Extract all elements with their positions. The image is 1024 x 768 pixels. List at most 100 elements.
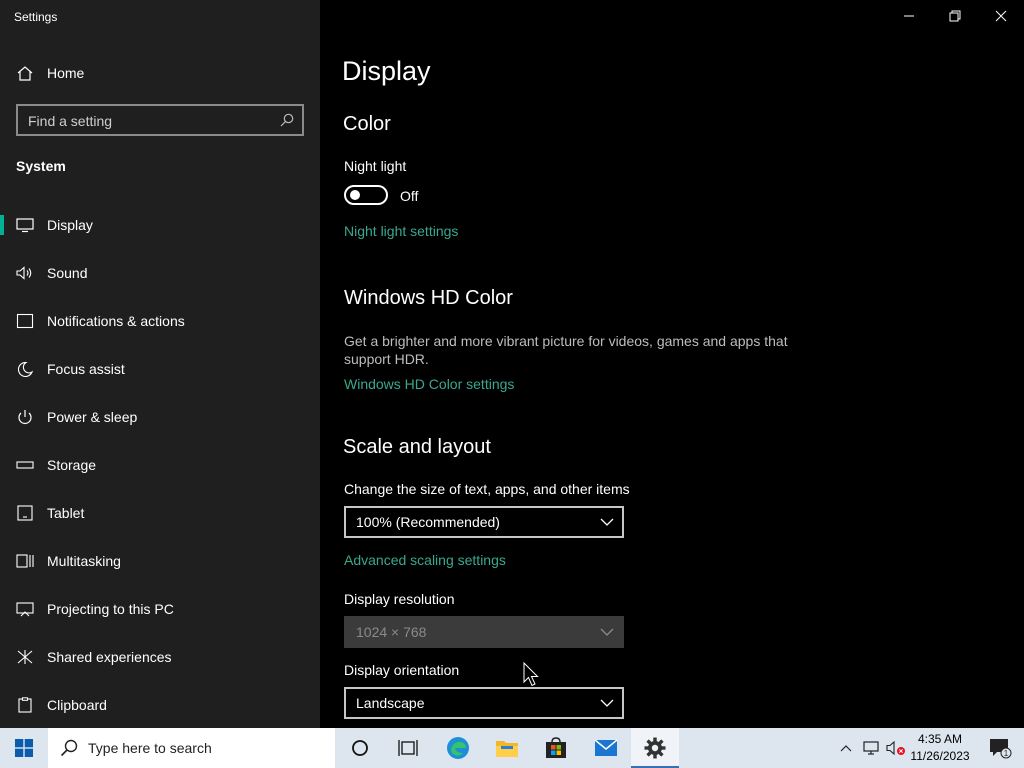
sidebar-item-display[interactable]: Display: [0, 205, 320, 245]
storage-icon: [16, 461, 34, 469]
chevron-up-icon: [840, 745, 852, 752]
sidebar-home-label: Home: [47, 65, 85, 81]
orientation-dropdown-value: Landscape: [356, 695, 425, 711]
search-icon[interactable]: [280, 113, 294, 127]
sidebar-item-label: Notifications & actions: [47, 313, 185, 329]
restore-icon: [949, 10, 961, 22]
search-icon: [60, 739, 78, 757]
edge-button[interactable]: [434, 728, 482, 768]
sidebar-item-label: Storage: [47, 457, 97, 473]
windows-logo-icon: [15, 739, 33, 757]
start-button[interactable]: [0, 728, 48, 768]
page-title: Display: [342, 56, 431, 86]
task-view-icon: [398, 740, 418, 756]
tablet-icon: [17, 505, 33, 521]
sidebar-home[interactable]: Home: [0, 58, 320, 88]
hd-color-settings-link[interactable]: Windows HD Color settings: [344, 376, 514, 392]
taskbar: Type here to search 4:35 AM 11/26/2023 1: [0, 728, 1024, 768]
sidebar: Settings Home System Display Sound Not: [0, 0, 320, 728]
mail-button[interactable]: [582, 728, 630, 768]
find-setting-box[interactable]: [16, 104, 304, 136]
restore-button[interactable]: [932, 0, 978, 32]
projecting-icon: [16, 602, 34, 617]
advanced-scaling-link[interactable]: Advanced scaling settings: [344, 552, 506, 568]
monitor-icon: [16, 218, 34, 233]
speaker-icon: [16, 266, 32, 280]
clock-date: 11/26/2023: [910, 749, 970, 763]
night-light-label: Night light: [344, 158, 407, 174]
sidebar-item-storage[interactable]: Storage: [0, 445, 320, 485]
hd-color-heading: Windows HD Color: [344, 287, 513, 309]
sidebar-item-label: Projecting to this PC: [47, 601, 174, 617]
close-button[interactable]: [978, 0, 1024, 32]
power-icon: [18, 410, 32, 424]
taskbar-clock[interactable]: 4:35 AM 11/26/2023: [908, 731, 972, 765]
sidebar-item-multitasking[interactable]: Multitasking: [0, 541, 320, 581]
sidebar-item-label: Sound: [47, 265, 88, 281]
task-view-button[interactable]: [384, 728, 432, 768]
mail-icon: [594, 739, 618, 756]
resolution-dropdown: 1024 × 768: [344, 616, 624, 648]
sidebar-item-focus-assist[interactable]: Focus assist: [0, 349, 320, 389]
volume-button[interactable]: [884, 728, 908, 768]
notification-count: 1: [1004, 749, 1009, 758]
moon-icon: [17, 361, 34, 377]
show-hidden-icons-button[interactable]: [834, 728, 858, 768]
night-light-toggle[interactable]: [344, 185, 388, 205]
mouse-cursor-icon: [523, 662, 539, 687]
sidebar-item-label: Power & sleep: [47, 409, 138, 425]
taskbar-search-placeholder: Type here to search: [88, 740, 212, 756]
cortana-button[interactable]: [336, 728, 384, 768]
resolution-label: Display resolution: [344, 591, 455, 607]
night-light-state: Off: [400, 188, 419, 204]
sidebar-item-tablet[interactable]: Tablet: [0, 493, 320, 533]
sidebar-item-shared-experiences[interactable]: Shared experiences: [0, 637, 320, 677]
scale-size-label: Change the size of text, apps, and other…: [344, 481, 630, 497]
settings-taskbar-button[interactable]: [631, 728, 679, 768]
store-icon: [546, 737, 566, 758]
network-icon: [863, 741, 879, 755]
store-button[interactable]: [532, 728, 580, 768]
window-title: Settings: [14, 10, 58, 24]
find-setting-input[interactable]: [28, 112, 268, 130]
chevron-down-icon: [600, 699, 614, 707]
sidebar-item-notifications[interactable]: Notifications & actions: [0, 301, 320, 341]
notification-icon: [16, 313, 34, 329]
color-heading: Color: [343, 113, 391, 135]
sidebar-item-power-sleep[interactable]: Power & sleep: [0, 397, 320, 437]
folder-icon: [496, 741, 518, 757]
sidebar-item-label: Focus assist: [47, 361, 125, 377]
sidebar-item-projecting[interactable]: Projecting to this PC: [0, 589, 320, 629]
shared-icon: [17, 650, 33, 664]
chevron-down-icon: [600, 628, 614, 636]
sidebar-item-sound[interactable]: Sound: [0, 253, 320, 293]
close-icon: [995, 10, 1007, 22]
sidebar-item-label: Shared experiences: [47, 649, 172, 665]
sidebar-item-clipboard[interactable]: Clipboard: [0, 685, 320, 725]
orientation-dropdown[interactable]: Landscape: [344, 687, 624, 719]
action-center-icon: 1: [990, 739, 1012, 759]
volume-muted-icon: [886, 740, 905, 756]
sidebar-item-label: Multitasking: [47, 553, 121, 569]
cortana-icon: [352, 740, 368, 756]
minimize-icon: [904, 15, 914, 17]
gear-icon: [644, 737, 666, 759]
sidebar-item-label: Display: [47, 217, 93, 233]
sidebar-item-label: Tablet: [47, 505, 85, 521]
network-button[interactable]: [858, 728, 884, 768]
minimize-button[interactable]: [886, 0, 932, 32]
file-explorer-button[interactable]: [483, 728, 531, 768]
sidebar-section-title: System: [16, 158, 66, 174]
night-light-settings-link[interactable]: Night light settings: [344, 223, 458, 239]
multitasking-icon: [16, 554, 34, 568]
toggle-knob: [350, 190, 360, 200]
taskbar-search[interactable]: Type here to search: [48, 728, 335, 768]
hd-color-description: Get a brighter and more vibrant picture …: [344, 333, 788, 367]
chevron-down-icon: [600, 518, 614, 526]
action-center-button[interactable]: 1: [976, 728, 1024, 768]
main-content: Display Color Night light Off Night ligh…: [320, 0, 1024, 728]
clipboard-icon: [18, 697, 32, 713]
edge-icon: [447, 737, 469, 759]
orientation-label: Display orientation: [344, 662, 460, 678]
scale-dropdown[interactable]: 100% (Recommended): [344, 506, 624, 538]
